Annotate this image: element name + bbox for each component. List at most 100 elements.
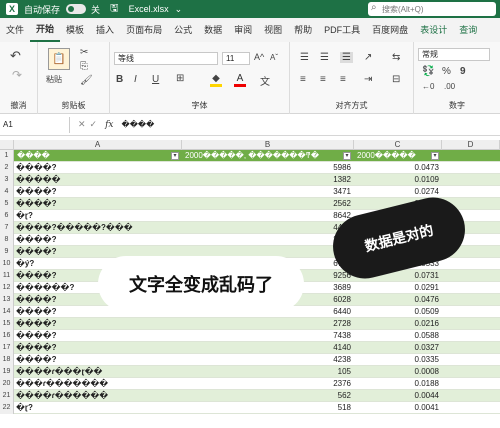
save-icon[interactable]: 🖫	[110, 1, 119, 18]
header-cell-b[interactable]: 2000�����, �������ͳ�	[182, 150, 354, 162]
tab-view[interactable]: 视图	[258, 18, 288, 42]
copy-icon[interactable]: ⎘	[80, 61, 88, 72]
tab-template[interactable]: 模板	[60, 18, 90, 42]
cell-count[interactable]: 2728	[182, 318, 354, 330]
paste-button[interactable]: 粘贴	[46, 74, 62, 85]
decrease-decimal-icon[interactable]: .00	[444, 82, 455, 91]
cell-ratio[interactable]: 0.0274	[354, 186, 442, 198]
tab-baidu-netdisk[interactable]: 百度网盘	[366, 18, 414, 42]
row-number[interactable]: 22	[0, 402, 14, 414]
cell-ratio[interactable]: 0.0327	[354, 342, 442, 354]
wrap-text-icon[interactable]: ⇆	[392, 52, 400, 63]
cell-count[interactable]: 3328	[182, 234, 354, 246]
column-header-c[interactable]: C	[354, 140, 442, 150]
formula-input[interactable]: ����	[122, 120, 155, 129]
header-cell-c[interactable]: 2000�����	[354, 150, 442, 162]
row-number[interactable]: 7	[0, 222, 14, 234]
row-number[interactable]: 19	[0, 366, 14, 378]
cancel-confirm-icon[interactable]: ✕✓	[78, 119, 101, 130]
format-painter-icon[interactable]: 🖌	[80, 75, 93, 86]
tab-query[interactable]: 查询	[453, 18, 483, 42]
cell-region-name[interactable]: ����?	[14, 342, 182, 354]
row-number[interactable]: 1	[0, 150, 14, 162]
align-left-icon[interactable]: ≡	[300, 74, 306, 85]
percent-icon[interactable]: %	[442, 66, 451, 77]
cell-region-name[interactable]: ����?	[14, 330, 182, 342]
shrink-font-icon[interactable]: Aˇ	[270, 53, 278, 62]
row-number[interactable]: 5	[0, 198, 14, 210]
indent-icon[interactable]: ⇥	[364, 74, 372, 85]
cell-count[interactable]: 562	[182, 390, 354, 402]
cell-region-name[interactable]: ����ɾ���ɽ��	[14, 366, 182, 378]
column-header-a[interactable]: A	[14, 140, 182, 150]
cell-ratio[interactable]: 0.0588	[354, 330, 442, 342]
tab-data[interactable]: 数据	[198, 18, 228, 42]
row-number[interactable]: 2	[0, 162, 14, 174]
row-number[interactable]: 9	[0, 246, 14, 258]
align-center-icon[interactable]: ≡	[320, 74, 326, 85]
cell-count[interactable]: 4489	[182, 222, 354, 234]
filter-dropdown-icon[interactable]: ▾	[171, 152, 179, 160]
cell-count[interactable]: 1382	[182, 174, 354, 186]
column-header-d[interactable]: D	[442, 140, 500, 150]
cell-region-name[interactable]: ����?�����?���	[14, 222, 182, 234]
cell-region-name[interactable]: �ɽ?	[14, 210, 182, 222]
increase-decimal-icon[interactable]: ←0	[422, 82, 434, 91]
row-number[interactable]: 11	[0, 270, 14, 282]
cell-region-name[interactable]: �ɽ?	[14, 402, 182, 414]
cell-region-name[interactable]: ����ɾ������	[14, 390, 182, 402]
italic-button[interactable]: I	[134, 74, 137, 85]
tab-table-design[interactable]: 表设计	[414, 18, 453, 42]
row-number[interactable]: 16	[0, 330, 14, 342]
phonetic-icon[interactable]: 文	[260, 73, 270, 88]
row-number[interactable]: 21	[0, 390, 14, 402]
fill-color-icon[interactable]: ◆	[210, 73, 222, 87]
cell-ratio[interactable]: 0.0291	[354, 282, 442, 294]
align-bottom-icon[interactable]: ☰	[340, 52, 353, 63]
cell-count[interactable]: 7438	[182, 330, 354, 342]
cell-ratio[interactable]: 0.0008	[354, 366, 442, 378]
cell-count[interactable]: 2562	[182, 198, 354, 210]
tab-insert[interactable]: 插入	[90, 18, 120, 42]
font-size-select[interactable]: 11	[222, 52, 250, 65]
tab-page-layout[interactable]: 页面布局	[120, 18, 168, 42]
number-format-select[interactable]: 常规	[418, 48, 490, 61]
cell-count[interactable]: 5986	[182, 162, 354, 174]
cell-count[interactable]: 105	[182, 366, 354, 378]
row-number[interactable]: 18	[0, 354, 14, 366]
align-middle-icon[interactable]: ☰	[320, 52, 329, 63]
row-number[interactable]: 8	[0, 234, 14, 246]
cell-region-name[interactable]: ����?	[14, 234, 182, 246]
cell-ratio[interactable]: 0.0335	[354, 354, 442, 366]
bold-button[interactable]: B	[116, 74, 123, 85]
filter-dropdown-icon[interactable]: ▾	[431, 152, 439, 160]
filter-dropdown-icon[interactable]: ▾	[343, 152, 351, 160]
tab-review[interactable]: 审阅	[228, 18, 258, 42]
cell-ratio[interactable]: 0.0473	[354, 162, 442, 174]
cell-count[interactable]: 3471	[182, 186, 354, 198]
row-number[interactable]: 14	[0, 306, 14, 318]
tab-help[interactable]: 帮助	[288, 18, 318, 42]
row-number[interactable]: 10	[0, 258, 14, 270]
name-box[interactable]: A1	[0, 116, 70, 133]
grow-font-icon[interactable]: A^	[254, 52, 264, 62]
row-number[interactable]: 12	[0, 282, 14, 294]
row-number[interactable]: 17	[0, 342, 14, 354]
cut-icon[interactable]: ✂	[80, 47, 88, 58]
tab-file[interactable]: 文件	[0, 18, 30, 42]
cell-ratio[interactable]: 0.0188	[354, 378, 442, 390]
cell-region-name[interactable]: ���ɾ�������	[14, 378, 182, 390]
align-top-icon[interactable]: ☰	[300, 52, 309, 63]
row-number[interactable]: 13	[0, 294, 14, 306]
comma-icon[interactable]: 9	[460, 66, 466, 77]
row-number[interactable]: 4	[0, 186, 14, 198]
cell-ratio[interactable]: 0.0041	[354, 402, 442, 414]
tab-formulas[interactable]: 公式	[168, 18, 198, 42]
underline-button[interactable]: U	[152, 74, 159, 85]
cell-ratio[interactable]: 0.0109	[354, 174, 442, 186]
cell-count[interactable]: 2376	[182, 378, 354, 390]
chevron-down-icon[interactable]: ⌄	[175, 4, 183, 15]
select-all-corner[interactable]	[0, 140, 14, 150]
borders-icon[interactable]: ⊞	[176, 73, 184, 84]
row-number[interactable]: 20	[0, 378, 14, 390]
